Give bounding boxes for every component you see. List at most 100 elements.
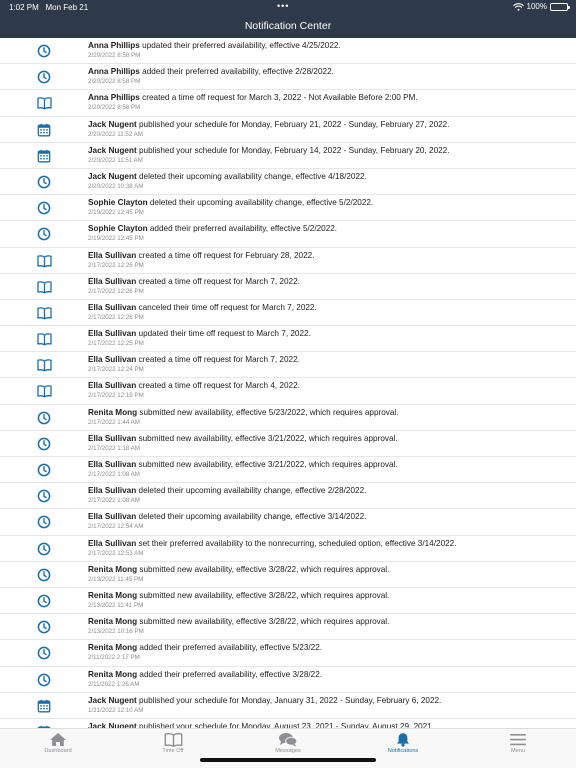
notification-row[interactable]: Ella Sullivan set their preferred availa… [0, 536, 576, 562]
hamburger-menu-icon [478, 732, 558, 747]
tab-notifications[interactable]: Notifications [363, 732, 443, 754]
tab-bar: Dashboard Time Off Messages Notifications Me… [0, 728, 576, 768]
notification-row[interactable]: Ella Sullivan canceled their time off re… [0, 300, 576, 327]
tab-time-off[interactable]: Time Off [133, 732, 213, 754]
bell-icon [363, 732, 443, 747]
notification-row[interactable]: Renita Mong submitted new availability, … [0, 405, 576, 431]
notification-row[interactable]: Renita Mong added their preferred availa… [0, 640, 576, 667]
tab-label: Notifications [387, 748, 419, 754]
notification-user-name: Renita Mong [88, 643, 138, 653]
notification-user-name: Ella Sullivan [88, 486, 137, 496]
notification-text: submitted new availability, effective 5/… [137, 407, 399, 417]
notification-text: deleted their upcoming availability chan… [136, 512, 367, 522]
clock-icon [37, 201, 51, 215]
notification-text: set their preferred availability to the … [136, 538, 457, 548]
tab-label: Dashboard [44, 748, 72, 754]
notification-user-name: Ella Sullivan [88, 381, 137, 391]
notification-row[interactable]: Jack Nugent published your schedule for … [0, 143, 576, 169]
notification-message: Renita Mong submitted new availability, … [88, 617, 568, 627]
notification-row[interactable]: Jack Nugent published your schedule for … [0, 693, 576, 719]
notification-row[interactable]: Anna Phillips updated their preferred av… [0, 38, 576, 65]
notification-row[interactable]: Jack Nugent published your schedule for … [0, 719, 576, 728]
book-icon [133, 732, 213, 747]
notification-timestamp: 2/20/2022 8:56 PM [88, 104, 141, 112]
clock-icon [37, 437, 51, 451]
notification-row[interactable]: Jack Nugent deleted their upcoming avail… [0, 169, 576, 196]
notification-content: Renita Mong added their preferred availa… [88, 670, 568, 689]
notification-message: Renita Mong added their preferred availa… [88, 670, 568, 680]
notification-content: Ella Sullivan created a time off request… [88, 381, 568, 400]
notification-row[interactable]: Ella Sullivan submitted new availability… [0, 457, 576, 484]
notification-timestamp: 2/20/2022 10:38 AM [88, 182, 144, 190]
notification-timestamp: 2/17/2022 1:44 AM [88, 418, 140, 426]
notification-row[interactable]: Ella Sullivan deleted their upcoming ava… [0, 483, 576, 510]
notification-row[interactable]: Sophie Clayton added their preferred ava… [0, 221, 576, 248]
notification-text: deleted their upcoming availability chan… [136, 171, 367, 181]
notification-text: created a time off request for March 7, … [136, 276, 300, 286]
notification-text: added their preferred availability, effe… [137, 643, 323, 653]
notification-message: Renita Mong submitted new availability, … [88, 408, 568, 418]
notification-text: created a time off request for March 4, … [136, 381, 300, 391]
notification-message: Sophie Clayton added their preferred ava… [88, 224, 568, 234]
multitasking-dots-icon[interactable]: ••• [277, 1, 289, 11]
notification-row[interactable]: Renita Mong added their preferred availa… [0, 667, 576, 693]
notification-timestamp: 2/20/2022 8:58 PM [88, 52, 141, 59]
notification-content: Jack Nugent published your schedule for … [88, 120, 568, 139]
notification-message: Ella Sullivan deleted their upcoming ava… [88, 486, 568, 496]
notification-message: Ella Sullivan submitted new availability… [88, 434, 568, 444]
notification-message: Ella Sullivan created a time off request… [88, 381, 568, 391]
notification-row[interactable]: Ella Sullivan created a time off request… [0, 378, 576, 405]
clock-icon [37, 489, 51, 503]
notification-row[interactable]: Ella Sullivan deleted their upcoming ava… [0, 509, 576, 536]
notification-row[interactable]: Renita Mong submitted new availability, … [0, 562, 576, 588]
notification-user-name: Jack Nugent [88, 695, 137, 705]
notification-row[interactable]: Renita Mong submitted new availability, … [0, 588, 576, 615]
notification-list[interactable]: Anna Phillips updated their preferred av… [0, 38, 576, 728]
notification-row[interactable]: Ella Sullivan updated their time off req… [0, 326, 576, 353]
tab-messages[interactable]: Messages [248, 732, 328, 754]
notification-content: Anna Phillips added their preferred avai… [88, 67, 568, 86]
notification-text: updated their time off request to March … [136, 329, 311, 339]
notification-user-name: Renita Mong [88, 669, 138, 679]
notification-timestamp: 2/17/2022 12:26 PM [88, 313, 144, 321]
notification-content: Ella Sullivan created a time off request… [88, 251, 568, 270]
notification-message: Anna Phillips updated their preferred av… [88, 41, 568, 51]
notification-timestamp: 2/17/2022 12:26 PM [88, 261, 144, 269]
notification-text: published your schedule for Monday, Febr… [136, 119, 450, 129]
notification-text: updated their preferred availability, ef… [139, 41, 341, 50]
notification-content: Sophie Clayton deleted their upcoming av… [88, 198, 568, 217]
clock-icon [37, 542, 51, 556]
notification-row[interactable]: Ella Sullivan created a time off request… [0, 352, 576, 379]
tab-menu[interactable]: Menu [478, 732, 558, 754]
notification-row[interactable]: Ella Sullivan submitted new availability… [0, 431, 576, 457]
notification-row[interactable]: Sophie Clayton deleted their upcoming av… [0, 195, 576, 222]
notification-message: Ella Sullivan created a time off request… [88, 251, 568, 261]
notification-row[interactable]: Anna Phillips added their preferred avai… [0, 64, 576, 91]
chat-bubbles-icon [248, 732, 328, 747]
notification-message: Jack Nugent published your schedule for … [88, 120, 568, 130]
notification-user-name: Ella Sullivan [88, 276, 137, 286]
clock-icon [37, 44, 51, 58]
notification-timestamp: 2/17/2022 12:25 PM [88, 340, 144, 348]
notification-user-name: Ella Sullivan [88, 302, 137, 312]
notification-row[interactable]: Renita Mong submitted new availability, … [0, 614, 576, 641]
notification-content: Renita Mong submitted new availability, … [88, 617, 568, 636]
notification-content: Jack Nugent published your schedule for … [88, 696, 568, 715]
notification-user-name: Anna Phillips [88, 67, 140, 77]
notification-row[interactable]: Jack Nugent published your schedule for … [0, 117, 576, 143]
notification-content: Renita Mong submitted new availability, … [88, 408, 568, 427]
tab-dashboard[interactable]: Dashboard [18, 732, 98, 754]
page-title: Notification Center [244, 20, 332, 32]
clock-icon [37, 411, 51, 425]
notification-text: deleted their upcoming availability chan… [147, 198, 374, 208]
notification-row[interactable]: Ella Sullivan created a time off request… [0, 274, 576, 300]
notification-text: submitted new availability, effective 3/… [137, 590, 390, 600]
battery-percent: 100% [526, 2, 547, 11]
notification-user-name: Sophie Clayton [88, 198, 148, 208]
notification-row[interactable]: Anna Phillips created a time off request… [0, 90, 576, 117]
calendar-icon [37, 123, 51, 137]
clock-icon [37, 646, 51, 660]
book-icon [37, 280, 52, 294]
notification-message: Renita Mong added their preferred availa… [88, 643, 568, 653]
notification-row[interactable]: Ella Sullivan created a time off request… [0, 248, 576, 274]
